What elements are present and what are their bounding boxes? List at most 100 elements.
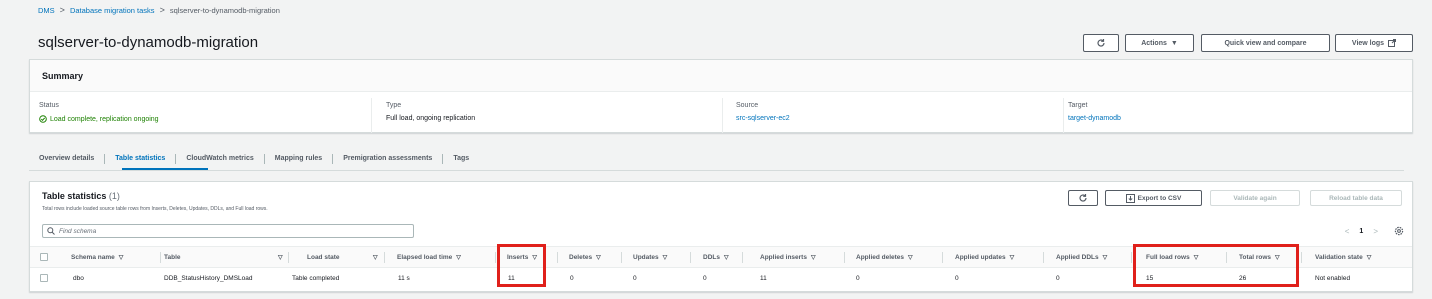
breadcrumb: DMS > Database migration tasks > sqlserv…	[38, 5, 280, 15]
select-all-checkbox[interactable]	[40, 247, 48, 267]
download-icon	[1125, 193, 1135, 203]
sort-icon: ▽	[1102, 254, 1108, 261]
status-label: Status	[39, 102, 59, 109]
status-text: Load complete, replication ongoing	[50, 115, 159, 123]
column-header-updates[interactable]: Updates ▽	[633, 247, 667, 267]
sort-icon: ▽	[810, 254, 816, 261]
target-link[interactable]: target-dynamodb	[1068, 115, 1121, 122]
column-header-elapsed-load-time[interactable]: Elapsed load time ▽	[397, 247, 461, 267]
divider	[722, 98, 723, 133]
column-header-table[interactable]: Table	[164, 247, 181, 267]
active-tab-indicator	[122, 168, 208, 170]
pagination: < 1 >	[1345, 226, 1404, 236]
actions-label: Actions	[1141, 39, 1167, 47]
sort-icon: ▽	[596, 254, 601, 261]
summary-header: Summary	[30, 60, 1412, 92]
cell-load-state: Table completed	[292, 274, 340, 282]
page-number[interactable]: 1	[1359, 228, 1363, 235]
column-header-deletes[interactable]: Deletes ▽	[569, 247, 601, 267]
sort-icon: ▽	[456, 254, 461, 261]
tab-tags[interactable]: Tags	[443, 154, 479, 164]
tab-bar: Overview details Table statistics CloudW…	[29, 150, 479, 168]
source-label: Source	[736, 102, 759, 109]
settings-icon[interactable]	[1394, 226, 1404, 236]
prev-page-icon[interactable]: <	[1345, 227, 1350, 236]
column-header-applied-inserts[interactable]: Applied inserts ▽	[760, 247, 816, 267]
summary-title: Summary	[42, 71, 84, 81]
column-header-load-state[interactable]: Load state	[307, 247, 340, 267]
type-value: Full load, ongoing replication	[386, 115, 476, 122]
column-header-applied-deletes[interactable]: Applied deletes ▽	[856, 247, 913, 267]
column-header-validation-state[interactable]: Validation state ▽	[1315, 247, 1371, 267]
external-link-icon	[1388, 39, 1397, 47]
validate-again-label: Validate again	[1233, 194, 1277, 202]
search-placeholder: Find schema	[59, 227, 97, 235]
table-statistics-heading: Table statistics (1)	[42, 191, 120, 201]
page-title: sqlserver-to-dynamodb-migration	[38, 34, 259, 51]
breadcrumb-current: sqlserver-to-dynamodb-migration	[169, 5, 280, 15]
highlight-row-counts-columns	[1133, 244, 1299, 287]
cell-ddls: 0	[703, 274, 707, 282]
source-link[interactable]: src-sqlserver-ec2	[736, 115, 790, 122]
quick-view-button[interactable]: Quick view and compare	[1201, 34, 1330, 52]
view-logs-label: View logs	[1351, 39, 1385, 47]
cell-deletes: 0	[570, 274, 574, 282]
export-csv-label: Export to CSV	[1137, 194, 1182, 202]
sort-icon[interactable]: ▽	[369, 247, 378, 267]
cell-applied-updates: 0	[955, 274, 959, 282]
sort-icon: ▽	[908, 254, 913, 261]
tab-overview-details[interactable]: Overview details	[29, 154, 106, 164]
tab-cloudwatch-metrics[interactable]: CloudWatch metrics	[176, 154, 265, 164]
refresh-icon	[1097, 39, 1105, 47]
highlight-inserts-column	[497, 244, 546, 287]
sort-icon[interactable]: ▽	[274, 247, 283, 267]
tab-premigration-assessments[interactable]: Premigration assessments	[333, 154, 444, 164]
column-header-applied-updates[interactable]: Applied updates ▽	[955, 247, 1014, 267]
column-header-ddls[interactable]: DDLs ▽	[703, 247, 729, 267]
table-statistics-title: Table statistics	[42, 191, 107, 201]
divider	[371, 98, 372, 133]
refresh-button[interactable]	[1083, 34, 1119, 52]
table-count: (1)	[108, 191, 120, 201]
cell-updates: 0	[633, 274, 637, 282]
breadcrumb-migration-tasks[interactable]: Database migration tasks	[70, 6, 155, 15]
breadcrumb-separator: >	[59, 5, 65, 15]
cell-validation-state: Not enabled	[1315, 274, 1351, 282]
sort-icon: ▽	[1009, 254, 1015, 261]
table-statistics-description: Total rows include loaded source table r…	[42, 206, 268, 212]
column-header-schema-name[interactable]: Schema name ▽	[71, 247, 123, 267]
tab-table-statistics[interactable]: Table statistics	[105, 154, 177, 164]
sort-icon: ▽	[118, 254, 124, 261]
breadcrumb-dms[interactable]: DMS	[38, 6, 55, 15]
actions-button[interactable]: Actions ▼	[1125, 34, 1194, 52]
export-csv-button[interactable]: Export to CSV	[1105, 190, 1202, 206]
sort-icon: ▽	[1366, 254, 1372, 261]
row-checkbox[interactable]	[40, 268, 48, 288]
tab-divider	[29, 170, 1404, 171]
validate-again-button[interactable]: Validate again	[1210, 190, 1300, 206]
cell-schema-name: dbo	[73, 274, 84, 282]
sort-icon: ▽	[723, 254, 729, 261]
breadcrumb-separator: >	[159, 5, 165, 15]
cell-applied-deletes: 0	[856, 274, 860, 282]
refresh-icon	[1079, 194, 1087, 202]
summary-panel: Summary Status Load complete, replicatio…	[29, 59, 1413, 133]
refresh-table-button[interactable]	[1068, 190, 1098, 206]
cell-applied-inserts: 11	[760, 274, 767, 282]
search-input[interactable]: Find schema	[42, 224, 414, 238]
cell-table: DDB_StatusHistory_DMSLoad	[164, 274, 253, 282]
sort-icon: ▽	[662, 254, 668, 261]
tab-mapping-rules[interactable]: Mapping rules	[265, 154, 334, 164]
column-header-applied-ddls[interactable]: Applied DDLs ▽	[1056, 247, 1107, 267]
check-circle-icon	[39, 115, 47, 123]
type-label: Type	[386, 102, 402, 109]
search-icon	[47, 227, 55, 235]
target-label: Target	[1068, 102, 1088, 109]
reload-table-data-button[interactable]: Reload table data	[1310, 190, 1402, 206]
cell-elapsed-load-time: 11 s	[398, 274, 410, 282]
next-page-icon[interactable]: >	[1373, 227, 1378, 236]
view-logs-button[interactable]: View logs	[1335, 34, 1413, 52]
divider	[1063, 98, 1064, 133]
quick-view-label: Quick view and compare	[1224, 39, 1307, 47]
status-value: Load complete, replication ongoing	[39, 115, 159, 123]
